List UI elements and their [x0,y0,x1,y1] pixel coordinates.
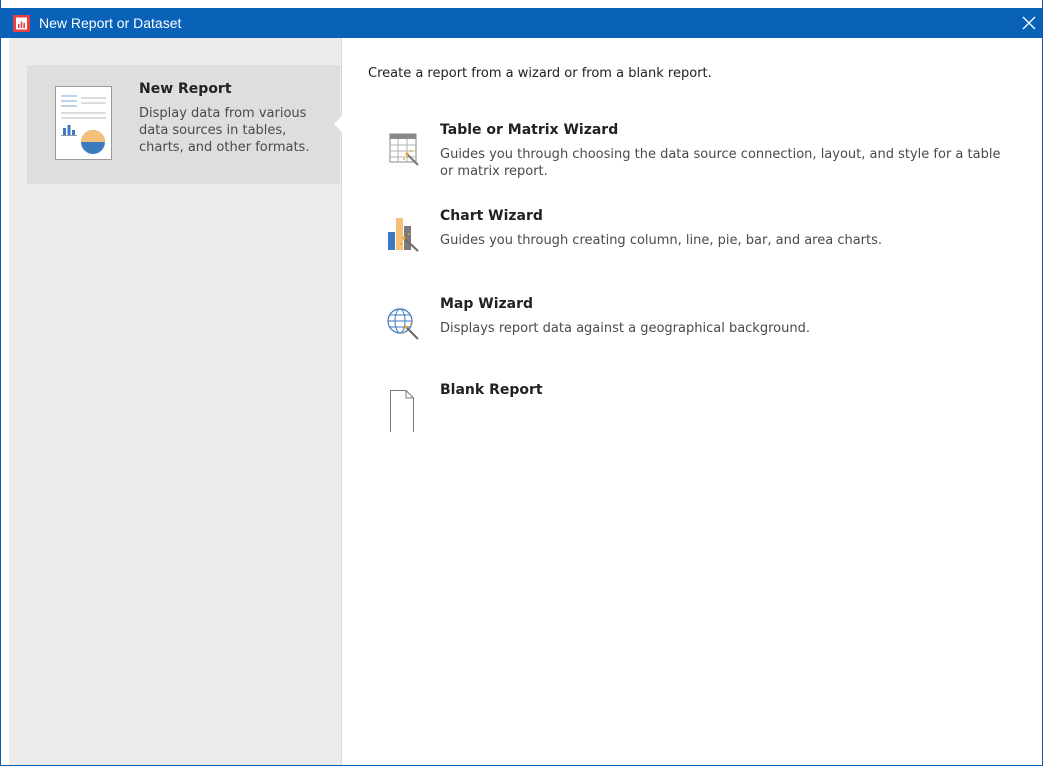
category-new-report[interactable]: New Report Display data from various dat… [27,65,340,184]
category-description: Display data from various data sources i… [139,106,310,155]
option-description: Guides you through creating column, line… [440,233,883,248]
option-description: Displays report data against a geographi… [440,321,810,336]
option-title: Map Wizard [440,296,534,312]
title-bar: New Report or Dataset [1,8,1042,38]
option-description: Guides you through choosing the data sou… [440,147,1001,179]
report-document-icon [55,86,112,160]
chart-wizard-icon [388,218,419,252]
category-title: New Report [139,81,232,97]
report-app-icon [13,15,30,32]
option-table-matrix-wizard[interactable]: Table or Matrix Wizard Guides you throug… [382,122,1002,182]
intro-text: Create a report from a wizard or from a … [368,66,712,81]
map-wizard-icon [387,308,419,340]
selection-pointer [334,116,342,132]
option-title: Blank Report [440,382,543,398]
option-title: Table or Matrix Wizard [440,122,619,138]
window-title: New Report or Dataset [39,15,182,31]
blank-page-icon [390,390,414,432]
close-icon [1022,16,1036,30]
close-button[interactable] [1014,8,1042,38]
table-wizard-icon [389,133,419,166]
options-pane: Create a report from a wizard or from a … [342,38,1042,765]
option-chart-wizard[interactable]: Chart Wizard Guides you through creating… [382,208,1002,254]
option-title: Chart Wizard [440,208,543,224]
new-report-dialog: New Report or Dataset New Report Display… [0,0,1043,766]
option-blank-report[interactable]: Blank Report [382,382,1002,432]
option-map-wizard[interactable]: Map Wizard Displays report data against … [382,296,1002,342]
